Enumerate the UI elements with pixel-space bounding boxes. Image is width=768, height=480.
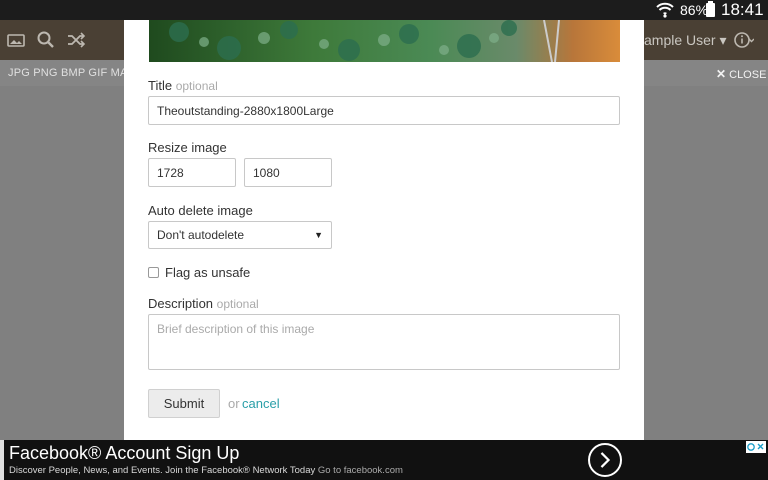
upload-modal: Title optional Theoutstanding-2880x1800L… bbox=[124, 20, 644, 440]
resize-label: Resize image bbox=[148, 140, 227, 155]
caret-down-icon: ▼ bbox=[314, 230, 323, 240]
or-text: or bbox=[228, 396, 240, 411]
submit-button[interactable]: Submit bbox=[148, 389, 220, 418]
search-icon[interactable] bbox=[36, 30, 56, 50]
flag-unsafe-checkbox[interactable] bbox=[148, 267, 159, 278]
title-input[interactable]: Theoutstanding-2880x1800Large bbox=[148, 96, 620, 125]
description-label: Description optional bbox=[148, 296, 259, 311]
close-button[interactable]: ✕ CLOSE bbox=[716, 67, 766, 81]
status-bar: 86% 18:41 bbox=[0, 0, 768, 20]
image-preview bbox=[149, 20, 620, 62]
resize-width-input[interactable]: 1728 bbox=[148, 158, 236, 187]
ad-banner[interactable]: Facebook® Account Sign Up Discover Peopl… bbox=[0, 440, 768, 480]
shuffle-icon[interactable] bbox=[66, 30, 86, 50]
wifi-icon bbox=[656, 2, 674, 18]
title-label: Title optional bbox=[148, 78, 218, 93]
flag-unsafe-label[interactable]: Flag as unsafe bbox=[165, 265, 250, 280]
auto-delete-label: Auto delete image bbox=[148, 203, 253, 218]
resize-height-input[interactable]: 1080 bbox=[244, 158, 332, 187]
close-icon: ✕ bbox=[716, 67, 727, 81]
close-label: CLOSE bbox=[729, 69, 767, 81]
battery-percent: 86% bbox=[680, 2, 709, 18]
info-icon[interactable] bbox=[734, 30, 754, 50]
clock: 18:41 bbox=[721, 0, 764, 19]
arrow-right-icon[interactable] bbox=[588, 443, 622, 477]
image-icon[interactable] bbox=[6, 30, 26, 50]
battery-icon bbox=[706, 1, 715, 17]
ad-accent-bar bbox=[0, 440, 4, 480]
adchoices-icon[interactable] bbox=[746, 441, 766, 453]
ad-description[interactable]: Discover People, News, and Events. Join … bbox=[9, 465, 403, 476]
description-textarea[interactable]: Brief description of this image bbox=[148, 314, 620, 370]
ad-link: Go to facebook.com bbox=[317, 465, 403, 476]
auto-delete-select[interactable]: Don't autodelete ▼ bbox=[148, 221, 332, 249]
allowed-formats: JPG PNG BMP GIF MAX bbox=[8, 67, 136, 79]
cancel-link[interactable]: cancel bbox=[242, 396, 280, 411]
ad-title[interactable]: Facebook® Account Sign Up bbox=[9, 443, 239, 464]
user-menu[interactable]: ample User ▾ bbox=[644, 32, 727, 49]
auto-delete-value: Don't autodelete bbox=[157, 228, 245, 242]
